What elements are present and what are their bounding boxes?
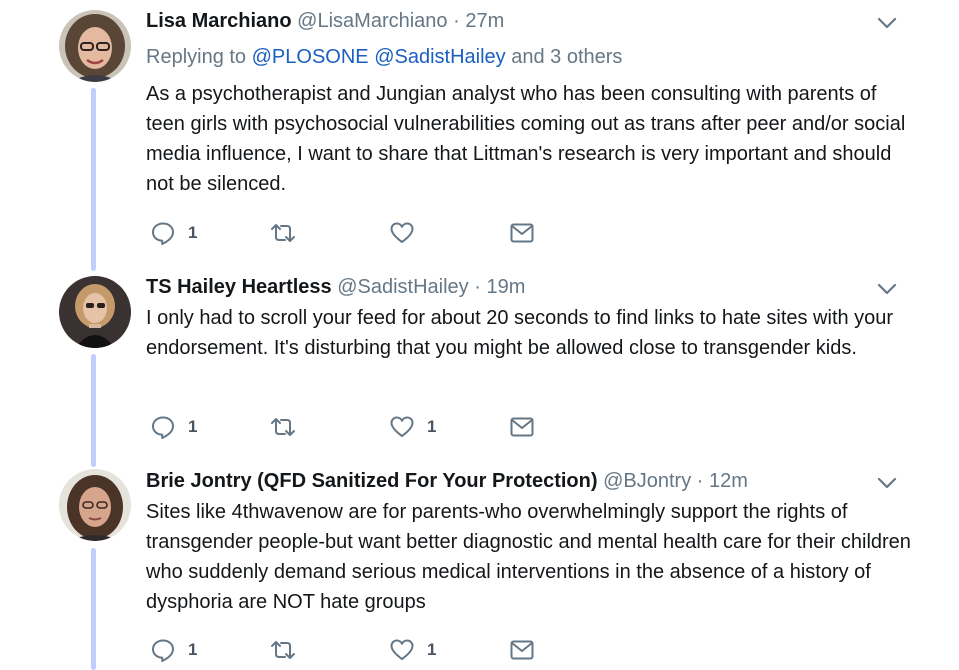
reply-others-link[interactable]: and 3 others <box>511 46 622 68</box>
retweet-button[interactable] <box>269 414 309 440</box>
reply-button[interactable]: 1 <box>150 414 197 440</box>
timestamp[interactable]: 19m <box>486 276 525 298</box>
reply-icon <box>152 639 174 662</box>
retweet-icon <box>271 224 295 242</box>
reply-icon <box>152 416 174 439</box>
chevron-down-icon[interactable] <box>876 472 898 494</box>
envelope-icon <box>510 640 534 660</box>
reply-count: 1 <box>188 417 198 436</box>
direct-message-button[interactable] <box>509 637 535 663</box>
timestamp[interactable]: 27m <box>465 10 504 32</box>
tweet-header: TS Hailey Heartless @SadistHailey · 19m <box>146 274 525 300</box>
tweet-header: Lisa Marchiano @LisaMarchiano · 27m <box>146 8 504 34</box>
envelope-icon <box>510 223 534 243</box>
separator-dot: · <box>696 470 704 492</box>
like-button[interactable]: 1 <box>389 414 436 440</box>
chevron-down-icon[interactable] <box>876 278 898 300</box>
envelope-icon <box>510 417 534 437</box>
avatar[interactable] <box>59 276 131 348</box>
tweet-text: As a psychotherapist and Jungian analyst… <box>146 83 906 195</box>
retweet-icon <box>271 641 295 659</box>
like-count: 1 <box>427 640 437 659</box>
reply-mention-link[interactable]: @PLOSONE <box>252 46 369 68</box>
chevron-down-icon[interactable] <box>876 12 898 34</box>
retweet-button[interactable] <box>269 637 309 663</box>
avatar[interactable] <box>59 10 131 82</box>
reply-count: 1 <box>188 640 198 659</box>
heart-icon <box>390 639 414 660</box>
direct-message-button[interactable] <box>509 220 535 246</box>
tweet-text: Sites like 4thwavenow are for parents-wh… <box>146 501 911 613</box>
avatar[interactable] <box>59 469 131 541</box>
like-count: 1 <box>427 417 437 436</box>
user-handle[interactable]: @LisaMarchiano <box>297 10 447 32</box>
tweet-text: I only had to scroll your feed for about… <box>146 307 894 359</box>
heart-icon <box>390 222 414 243</box>
reply-count: 1 <box>188 223 198 242</box>
reply-button[interactable]: 1 <box>150 220 197 246</box>
reply-button[interactable]: 1 <box>150 637 197 663</box>
heart-icon <box>390 416 414 437</box>
user-handle[interactable]: @SadistHailey <box>337 276 468 298</box>
replying-to-label: Replying to <box>146 46 247 68</box>
tweet[interactable]: Brie Jontry (QFD Sanitized For Your Prot… <box>0 466 959 670</box>
retweet-button[interactable] <box>269 220 309 246</box>
direct-message-button[interactable] <box>509 414 535 440</box>
user-handle[interactable]: @BJontry <box>603 470 691 492</box>
tweet[interactable]: Lisa Marchiano @LisaMarchiano · 27m Repl… <box>0 0 959 270</box>
separator-dot: · <box>453 10 460 32</box>
display-name[interactable]: Lisa Marchiano <box>146 10 292 32</box>
reply-mention-link[interactable]: @SadistHailey <box>374 46 505 68</box>
tweet[interactable]: TS Hailey Heartless @SadistHailey · 19m … <box>0 270 959 466</box>
timestamp[interactable]: 12m <box>709 470 748 492</box>
reply-icon <box>152 222 174 245</box>
display-name[interactable]: Brie Jontry (QFD Sanitized For Your Prot… <box>146 470 598 492</box>
separator-dot: · <box>474 276 481 298</box>
display-name[interactable]: TS Hailey Heartless <box>146 276 332 298</box>
tweet-header: Brie Jontry (QFD Sanitized For Your Prot… <box>146 468 748 494</box>
like-button[interactable] <box>389 220 427 246</box>
retweet-icon <box>271 418 295 436</box>
replying-to: Replying to @PLOSONE @SadistHailey and 3… <box>146 44 622 70</box>
like-button[interactable]: 1 <box>389 637 436 663</box>
